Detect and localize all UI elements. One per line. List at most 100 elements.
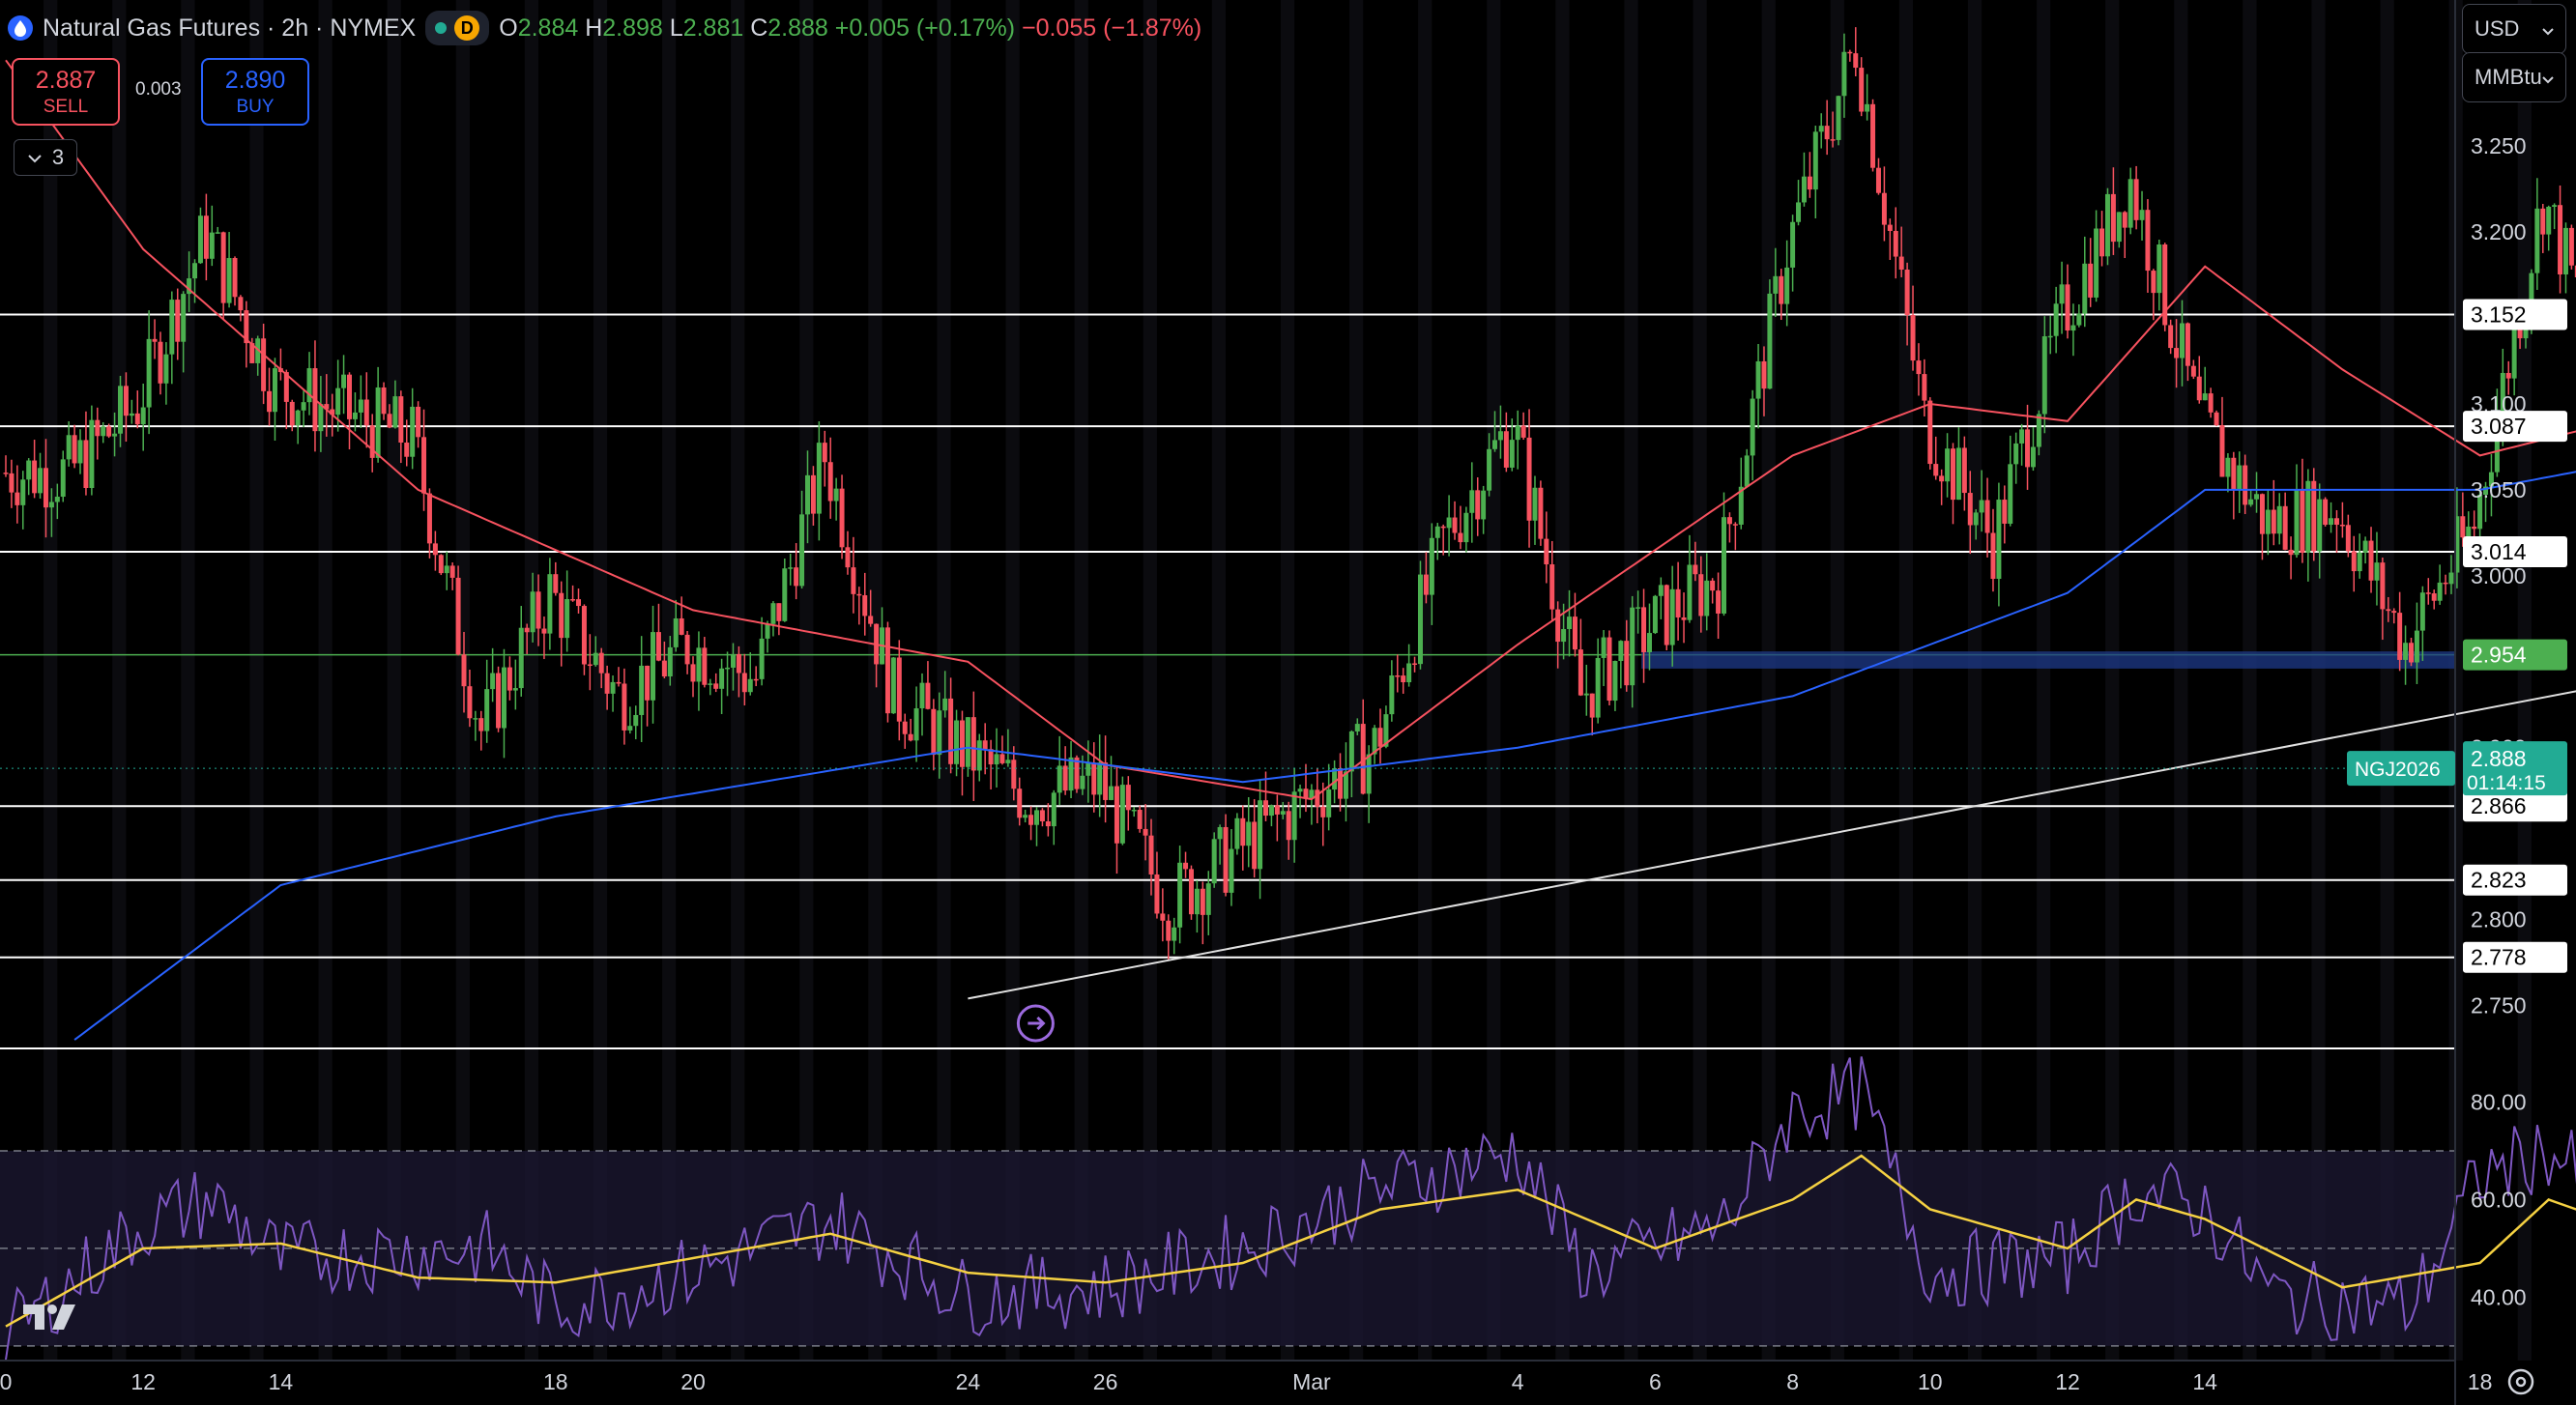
candle-body xyxy=(713,683,719,689)
candle-body xyxy=(1017,789,1023,818)
candle-body xyxy=(1755,360,1761,399)
candle-body xyxy=(1652,595,1658,634)
tradingview-logo-icon[interactable] xyxy=(23,1295,81,1344)
market-status-pill[interactable]: D xyxy=(425,11,490,45)
indicator-count: 3 xyxy=(51,145,65,169)
candle-body xyxy=(1338,768,1344,799)
sell-button[interactable]: 2.887 SELL xyxy=(12,58,120,126)
chart-canvas[interactable]: 3.2503.2003.1003.0503.0002.9002.8002.750… xyxy=(0,0,2576,1405)
candle-body xyxy=(1687,564,1693,620)
currency-select[interactable]: USD xyxy=(2462,4,2566,54)
candle-body xyxy=(627,726,633,731)
market-open-dot-icon xyxy=(435,22,448,34)
candle-body xyxy=(2265,509,2271,534)
candle-body xyxy=(902,721,908,734)
candle-body xyxy=(747,678,753,693)
candle-body xyxy=(1154,874,1160,914)
candle-body xyxy=(2243,465,2248,505)
candle-body xyxy=(827,462,833,502)
candle-body xyxy=(1194,888,1200,915)
candle-body xyxy=(994,754,999,765)
candle-body xyxy=(272,368,277,413)
high-value: 2.898 xyxy=(602,14,663,42)
candle-body xyxy=(1922,374,1927,401)
candle-body xyxy=(1761,360,1767,389)
candle-body xyxy=(2225,457,2231,477)
candle-body xyxy=(1172,927,1177,941)
candle-body xyxy=(220,232,226,303)
candle-body xyxy=(1767,293,1773,389)
candle-body xyxy=(404,443,410,457)
candle-body xyxy=(387,414,392,428)
candle-body xyxy=(673,617,679,647)
candle-body xyxy=(925,682,931,709)
candle-body xyxy=(1538,487,1544,539)
candle-body xyxy=(633,714,639,727)
candle-body xyxy=(1240,817,1246,846)
candle-body xyxy=(1520,425,1526,438)
candle-body xyxy=(232,258,238,298)
candle-body xyxy=(215,232,220,234)
candle-body xyxy=(2282,505,2288,550)
candle-body xyxy=(1675,588,1681,617)
candle-body xyxy=(438,555,444,574)
candle-body xyxy=(1722,517,1726,614)
candle-body xyxy=(2368,540,2374,581)
candle-body xyxy=(884,627,890,714)
candle-body xyxy=(2070,325,2076,331)
time-tick-label: 24 xyxy=(956,1369,981,1394)
candle-body xyxy=(2099,228,2105,257)
candle-body xyxy=(1252,821,1258,870)
candle-body xyxy=(1641,607,1647,652)
candle-body xyxy=(1131,810,1137,812)
candle-body xyxy=(1939,475,1945,482)
candle-body xyxy=(2019,429,2025,444)
time-tick-label: 8 xyxy=(1786,1369,1799,1394)
candle-body xyxy=(970,717,976,771)
candle-body xyxy=(2534,208,2540,273)
candle-body xyxy=(432,543,438,556)
candle-body xyxy=(1183,862,1189,870)
time-tick-label: 18 xyxy=(2468,1369,2493,1394)
candle-body xyxy=(2333,518,2339,526)
candle-body xyxy=(112,433,118,437)
candle-body xyxy=(1624,641,1630,686)
candle-body xyxy=(1681,616,1687,620)
candle-body xyxy=(2505,372,2511,379)
candle-body xyxy=(1836,96,1841,140)
candle-body xyxy=(318,404,324,432)
candle-body xyxy=(1188,869,1194,915)
price-tick-label: 2.750 xyxy=(2471,993,2527,1018)
candle-body xyxy=(810,474,816,514)
unit-select[interactable]: MMBtu xyxy=(2462,52,2566,102)
candle-body xyxy=(788,567,794,569)
indicators-collapse-button[interactable]: 3 xyxy=(14,139,77,176)
candle-body xyxy=(1773,275,1779,294)
candle-body xyxy=(1085,762,1091,776)
candle-body xyxy=(1984,500,1990,533)
symbol-title[interactable]: Natural Gas Futures · 2h · NYMEX xyxy=(43,14,416,43)
candle-body xyxy=(661,660,667,677)
candle-body xyxy=(95,419,101,437)
candle-body xyxy=(2511,326,2517,379)
candle-body xyxy=(72,435,77,464)
candle-body xyxy=(347,374,352,419)
gas-flame-icon xyxy=(8,15,33,41)
buy-button[interactable]: 2.890 BUY xyxy=(201,58,309,126)
level-price-tag-label: 2.866 xyxy=(2471,793,2527,818)
candle-body xyxy=(736,653,741,674)
candle-body xyxy=(1469,490,1475,513)
candle-body xyxy=(1366,754,1372,794)
candle-body xyxy=(1412,663,1418,665)
candle-body xyxy=(1630,607,1635,686)
high-label: H xyxy=(585,14,603,42)
candle-body xyxy=(449,565,455,578)
candle-body xyxy=(38,468,43,494)
candle-body xyxy=(455,577,461,655)
candle-body xyxy=(1526,437,1532,521)
settings-gear-icon[interactable] xyxy=(2507,1368,2534,1395)
candle-body xyxy=(741,673,747,693)
candle-body xyxy=(2323,499,2329,526)
candle-body xyxy=(209,232,215,259)
time-tick-label: 4 xyxy=(1512,1369,1524,1394)
